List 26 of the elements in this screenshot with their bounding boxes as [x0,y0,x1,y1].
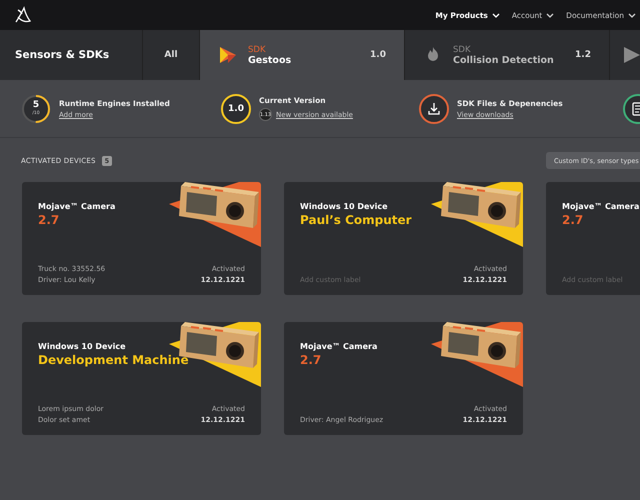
version-number: 1.2 [575,50,591,60]
tab-eyebrow: SDK [248,44,266,54]
chevron-down-icon [628,12,636,18]
sdk-tab[interactable]: SDK Gestoos 1.0 [200,30,405,80]
device-name: 2.7 [300,353,322,367]
device-type: Mojave™ Camera [38,202,116,211]
device-type: Windows 10 Device [300,202,389,211]
ring-value: 5 [32,101,40,110]
device-type: Windows 10 Device [38,342,127,351]
logo-icon[interactable] [14,6,32,24]
play-triangle-icon [624,45,640,65]
device-name: 2.7 [38,213,60,227]
play-triangle-icon [218,45,238,65]
device-type: Mojave™ Camera [562,202,640,211]
device-name: 2.7 [562,213,584,227]
device-type: Mojave™ Camera [300,342,378,351]
chevron-down-icon [546,12,554,18]
download-icon[interactable] [419,94,449,124]
version-number: 1.0 [370,50,386,60]
tab-label: Collision Detection [453,54,554,66]
tab-eyebrow: SDK [453,44,471,54]
version-circle: 1.0 [221,94,251,124]
device-name: Paul’s Computer [300,213,413,227]
tab-label: Gestoos [248,54,292,66]
chevron-down-icon [492,12,500,18]
device-name: Development Machine [38,353,190,367]
